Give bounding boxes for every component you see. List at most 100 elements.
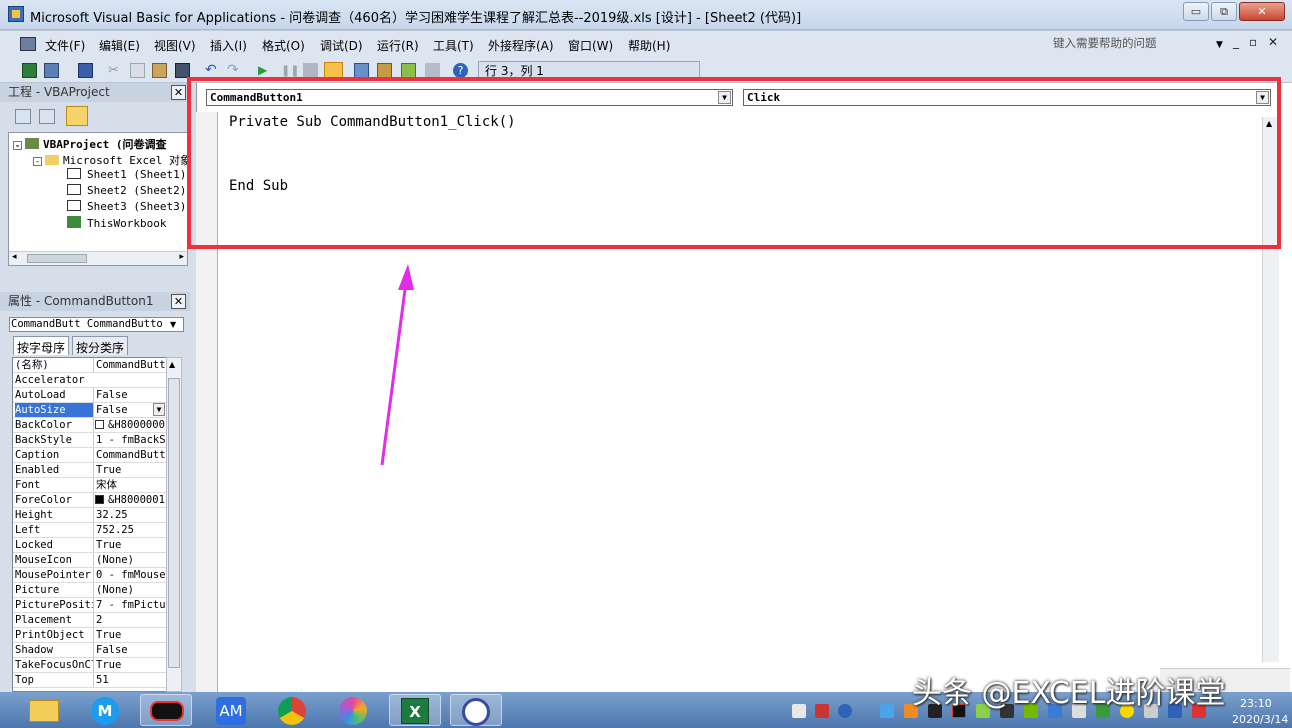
- app-task-ok[interactable]: [140, 694, 192, 726]
- property-row[interactable]: Placement 2: [13, 613, 167, 628]
- menu-help[interactable]: 帮助(H): [628, 37, 670, 54]
- menu-edit[interactable]: 编辑(E): [99, 37, 140, 54]
- property-value[interactable]: (None): [93, 583, 167, 597]
- tray-icon-2[interactable]: [815, 704, 829, 718]
- property-value[interactable]: 7 - fmPictur: [93, 598, 167, 612]
- menu-debug[interactable]: 调试(D): [320, 37, 363, 54]
- toolbox-icon[interactable]: [425, 63, 440, 78]
- find-icon[interactable]: [175, 63, 190, 78]
- mdi-restore-button[interactable]: ▫: [1249, 35, 1257, 49]
- project-explorer-icon[interactable]: [354, 63, 369, 78]
- insert-userform-icon[interactable]: [44, 63, 59, 78]
- property-row[interactable]: TakeFocusOnClickTrue: [13, 658, 167, 673]
- project-close-button[interactable]: ✕: [171, 85, 186, 100]
- restore-button[interactable]: ⧉: [1211, 2, 1237, 21]
- help-search-input[interactable]: 键入需要帮助的问题: [1050, 34, 1230, 52]
- property-value[interactable]: CommandButto: [93, 448, 167, 462]
- app-task-m[interactable]: M: [80, 694, 132, 726]
- app-task-color[interactable]: [328, 694, 380, 726]
- redo-icon[interactable]: ↷: [227, 63, 242, 78]
- menu-format[interactable]: 格式(O): [262, 37, 305, 54]
- view-excel-icon[interactable]: [22, 63, 37, 78]
- menu-tools[interactable]: 工具(T): [433, 37, 474, 54]
- property-value[interactable]: 0 - fmMouseP: [93, 568, 167, 582]
- property-value[interactable]: 32.25: [93, 508, 167, 522]
- clock-time[interactable]: 23:10: [1240, 697, 1272, 710]
- app-task-am[interactable]: AM: [205, 694, 257, 726]
- chrome-task[interactable]: [267, 694, 319, 726]
- undo-icon[interactable]: ↶: [205, 63, 220, 78]
- scroll-thumb[interactable]: [27, 254, 87, 263]
- copy-icon[interactable]: [130, 63, 145, 78]
- vba-document-icon[interactable]: [20, 37, 36, 51]
- tree-item-thisworkbook[interactable]: ThisWorkbook: [67, 216, 166, 230]
- tab-categorized[interactable]: 按分类序: [72, 336, 129, 355]
- minimize-button[interactable]: ▭: [1183, 2, 1209, 21]
- property-row[interactable]: MousePointer 0 - fmMouseP: [13, 568, 167, 583]
- run-icon[interactable]: ▶: [258, 63, 273, 78]
- property-row[interactable]: Picture (None): [13, 583, 167, 598]
- property-row[interactable]: BackStyle 1 - fmBackSt: [13, 433, 167, 448]
- mdi-close-button[interactable]: ✕: [1268, 35, 1278, 49]
- menu-addins[interactable]: 外接程序(A): [488, 37, 554, 54]
- view-code-icon[interactable]: [15, 109, 31, 124]
- tray-help-icon[interactable]: [838, 704, 852, 718]
- property-row[interactable]: (名称) CommandButto: [13, 358, 167, 373]
- tray-icon-1[interactable]: [792, 704, 806, 718]
- excel-task[interactable]: X: [389, 694, 441, 726]
- property-value[interactable]: 2: [93, 613, 167, 627]
- tray-icon-3[interactable]: [880, 704, 894, 718]
- property-row[interactable]: Font 宋体: [13, 478, 167, 493]
- property-row[interactable]: Top 51: [13, 673, 167, 688]
- property-value[interactable]: True: [93, 628, 167, 642]
- property-value[interactable]: &H8000001: [93, 493, 167, 507]
- properties-close-button[interactable]: ✕: [171, 294, 186, 309]
- tree-item-excel-objects[interactable]: - Microsoft Excel 对象: [33, 152, 187, 168]
- menu-run[interactable]: 运行(R): [377, 37, 419, 54]
- vba-task[interactable]: [450, 694, 502, 726]
- property-value[interactable]: True: [93, 463, 167, 477]
- property-value[interactable]: 51: [93, 673, 167, 687]
- property-row[interactable]: AutoSize False ▼: [13, 403, 167, 418]
- menu-insert[interactable]: 插入(I): [210, 37, 247, 54]
- scroll-thumb[interactable]: [168, 378, 180, 668]
- property-value[interactable]: (None): [93, 553, 167, 567]
- tab-alphabetic[interactable]: 按字母序: [13, 336, 70, 355]
- property-value[interactable]: True: [93, 538, 167, 552]
- file-explorer-task[interactable]: [18, 694, 70, 726]
- save-icon[interactable]: [78, 63, 93, 78]
- property-row[interactable]: Caption CommandButto: [13, 448, 167, 463]
- cut-icon[interactable]: ✂: [108, 63, 123, 78]
- property-value[interactable]: False: [93, 643, 167, 657]
- menu-window[interactable]: 窗口(W): [568, 37, 613, 54]
- property-value[interactable]: &H8000000: [93, 418, 167, 432]
- close-window-button[interactable]: ✕: [1239, 2, 1285, 21]
- property-value[interactable]: True: [93, 658, 167, 672]
- property-value[interactable]: CommandButto: [93, 358, 167, 372]
- combo-dropdown-icon[interactable]: ▼: [170, 320, 176, 329]
- property-row[interactable]: ForeColor &H8000001: [13, 493, 167, 508]
- collapse-icon[interactable]: -: [13, 141, 22, 150]
- object-browser-icon[interactable]: [401, 63, 416, 78]
- tree-item-vbaproject[interactable]: - VBAProject (问卷调查: [13, 136, 166, 152]
- tree-item-sheet2[interactable]: Sheet2 (Sheet2): [67, 184, 186, 197]
- property-row[interactable]: AutoLoad False: [13, 388, 167, 403]
- property-row[interactable]: Left 752.25: [13, 523, 167, 538]
- property-row[interactable]: MouseIcon (None): [13, 553, 167, 568]
- reset-icon[interactable]: [303, 63, 318, 78]
- property-value[interactable]: 宋体: [93, 478, 167, 492]
- help-icon[interactable]: ?: [453, 63, 468, 78]
- property-row[interactable]: Enabled True: [13, 463, 167, 478]
- property-row[interactable]: BackColor &H8000000: [13, 418, 167, 433]
- property-row[interactable]: Locked True: [13, 538, 167, 553]
- property-row[interactable]: Accelerator: [13, 373, 167, 388]
- properties-object-combo[interactable]: CommandButt CommandButto: [9, 317, 184, 332]
- menu-file[interactable]: 文件(F): [45, 37, 85, 54]
- view-object-icon[interactable]: [39, 109, 55, 124]
- property-row[interactable]: Height 32.25: [13, 508, 167, 523]
- property-row[interactable]: Shadow False: [13, 643, 167, 658]
- property-value[interactable]: False: [93, 388, 167, 402]
- break-icon[interactable]: ❚❚: [281, 63, 299, 78]
- collapse-icon[interactable]: -: [33, 157, 42, 166]
- property-row[interactable]: PicturePosition7 - fmPictur: [13, 598, 167, 613]
